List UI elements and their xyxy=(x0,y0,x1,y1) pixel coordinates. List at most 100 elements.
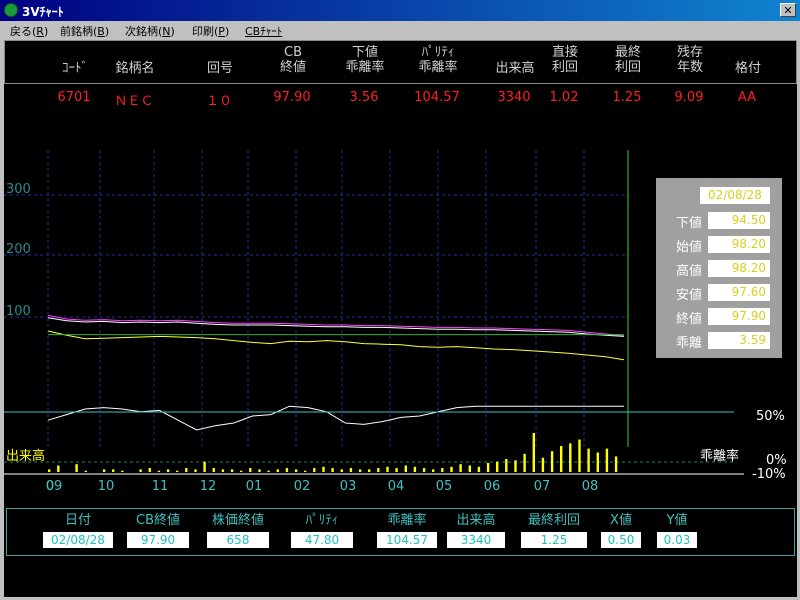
chart-window: ｺｰﾄﾞ 銘柄名 回号 CB 終値 下値 乖離率 ﾊﾟﾘﾃｨ 乖離率 出来高 直接 利回… xyxy=(4,40,797,597)
y-tick-label: 300 xyxy=(6,182,31,197)
detail-close-value: 97.90 xyxy=(708,308,770,325)
volume-bar xyxy=(340,469,343,472)
x-tick-label: 03 xyxy=(340,479,357,494)
header-floor-divergence: 下値 乖離率 xyxy=(345,45,385,75)
volume-bar xyxy=(560,446,563,472)
divergence-label: 乖離率 xyxy=(700,448,739,464)
volume-bar xyxy=(166,469,170,472)
volume-bar xyxy=(386,466,389,472)
readout-cb-close: CB終値 97.90 xyxy=(127,513,189,548)
header-name: 銘柄名 xyxy=(115,61,155,76)
x-tick-label: 11 xyxy=(152,479,169,494)
menu-bar: 戻る(R) 前銘柄(B) 次銘柄(N) 印刷(P) CBﾁｬｰﾄ xyxy=(0,21,800,39)
volume-bar xyxy=(368,469,371,472)
volume-bar xyxy=(121,470,124,472)
volume-bar xyxy=(432,469,435,472)
series-line-2 xyxy=(47,330,625,361)
detail-low-label: 安値 xyxy=(675,288,702,303)
header-cb-close: CB 終値 xyxy=(279,45,306,75)
volume-bar xyxy=(176,470,179,472)
close-button[interactable]: ✕ xyxy=(780,3,796,17)
volume-bar xyxy=(569,443,572,472)
right-tick-minus10: -10% xyxy=(752,467,786,482)
x-tick-label: 06 xyxy=(484,479,501,494)
x-tick-label: 01 xyxy=(246,479,263,494)
detail-high-label: 高値 xyxy=(675,264,702,279)
volume-bar xyxy=(505,459,508,472)
volume-bar xyxy=(404,465,407,472)
menu-print[interactable]: 印刷(P) xyxy=(192,23,229,39)
volume-bar xyxy=(486,462,490,472)
x-tick-label: 12 xyxy=(200,479,217,494)
volume-bar xyxy=(75,464,78,472)
header-direct-yield: 直接 利回 xyxy=(551,45,578,75)
x-tick-label-overlap: 0 xyxy=(46,479,54,494)
detail-low-value: 97.60 xyxy=(708,284,770,301)
volume-bar xyxy=(304,470,307,472)
volume-bar xyxy=(523,453,526,472)
detail-divergence-label: 乖離 xyxy=(675,336,702,351)
x-tick-label: 05 xyxy=(436,479,453,494)
volume-bar xyxy=(194,469,197,472)
volume-bar xyxy=(249,468,252,472)
volume-bar xyxy=(212,468,215,472)
readout-parity: ﾊﾟﾘﾃｨ 47.80 xyxy=(291,513,353,548)
right-tick-0: 0% xyxy=(766,453,787,468)
detail-close-label: 終値 xyxy=(675,312,702,327)
volume-bar xyxy=(477,466,481,472)
volume-bar xyxy=(285,468,289,472)
volume-bar xyxy=(550,451,554,472)
menu-back[interactable]: 戻る(R) xyxy=(10,23,48,39)
volume-bar xyxy=(395,468,398,472)
y-tick-label: 100 xyxy=(6,304,31,319)
volume-bar xyxy=(148,468,151,472)
volume-bar xyxy=(413,466,417,472)
right-tick-50: 50% xyxy=(756,409,785,424)
detail-floor-label: 下値 xyxy=(675,216,702,231)
volume-bar xyxy=(578,439,581,472)
detail-divergence-value: 3.59 xyxy=(708,332,770,349)
volume-bar xyxy=(57,465,60,472)
volume-bar xyxy=(267,470,270,472)
volume-bar xyxy=(203,461,206,472)
volume-label: 出来高 xyxy=(6,448,45,464)
volume-bar xyxy=(313,468,316,472)
readout-divergence: 乖離率 104.57 xyxy=(377,513,437,548)
volume-bar xyxy=(331,468,334,472)
header-volume: 出来高 xyxy=(495,61,535,76)
y-tick-label: 200 xyxy=(6,242,31,257)
volume-bar xyxy=(221,469,225,472)
volume-bar xyxy=(441,468,444,472)
menu-prev-stock[interactable]: 前銘柄(B) xyxy=(60,23,109,39)
volume-bar xyxy=(294,469,298,472)
readout-date: 日付 02/08/28 xyxy=(43,513,113,548)
x-tick-label: 07 xyxy=(534,479,551,494)
volume-bar xyxy=(230,469,234,472)
x-tick-label: 08 xyxy=(582,479,599,494)
volume-bar xyxy=(532,433,535,472)
x-tick-label: 04 xyxy=(388,479,405,494)
x-tick-label: 10 xyxy=(98,479,115,494)
volume-bar xyxy=(468,465,471,472)
readout-y-value: Y値 0.03 xyxy=(657,513,697,548)
volume-bar xyxy=(139,469,142,472)
x-tick-label: 02 xyxy=(294,479,311,494)
volume-bar xyxy=(48,469,51,472)
volume-bar xyxy=(240,470,243,472)
volume-bar xyxy=(258,469,261,472)
column-header-row: ｺｰﾄﾞ 銘柄名 回号 CB 終値 下値 乖離率 ﾊﾟﾘﾃｨ 乖離率 出来高 直接 利回… xyxy=(4,40,797,84)
volume-bar xyxy=(450,466,453,472)
volume-bar xyxy=(605,448,609,472)
window-title: 3Vﾁｬｰﾄ xyxy=(22,5,64,19)
header-rating: 格付 xyxy=(734,61,761,76)
header-series: 回号 xyxy=(206,61,233,76)
volume-bar xyxy=(358,469,362,472)
volume-bar xyxy=(185,468,188,472)
detail-date: 02/08/28 xyxy=(700,187,770,204)
volume-bar xyxy=(349,468,353,472)
menu-next-stock[interactable]: 次銘柄(N) xyxy=(125,23,175,39)
volume-bar xyxy=(276,469,279,472)
volume-bar xyxy=(614,456,618,472)
menu-cb-chart[interactable]: CBﾁｬｰﾄ xyxy=(245,23,282,39)
app-icon xyxy=(4,3,18,17)
